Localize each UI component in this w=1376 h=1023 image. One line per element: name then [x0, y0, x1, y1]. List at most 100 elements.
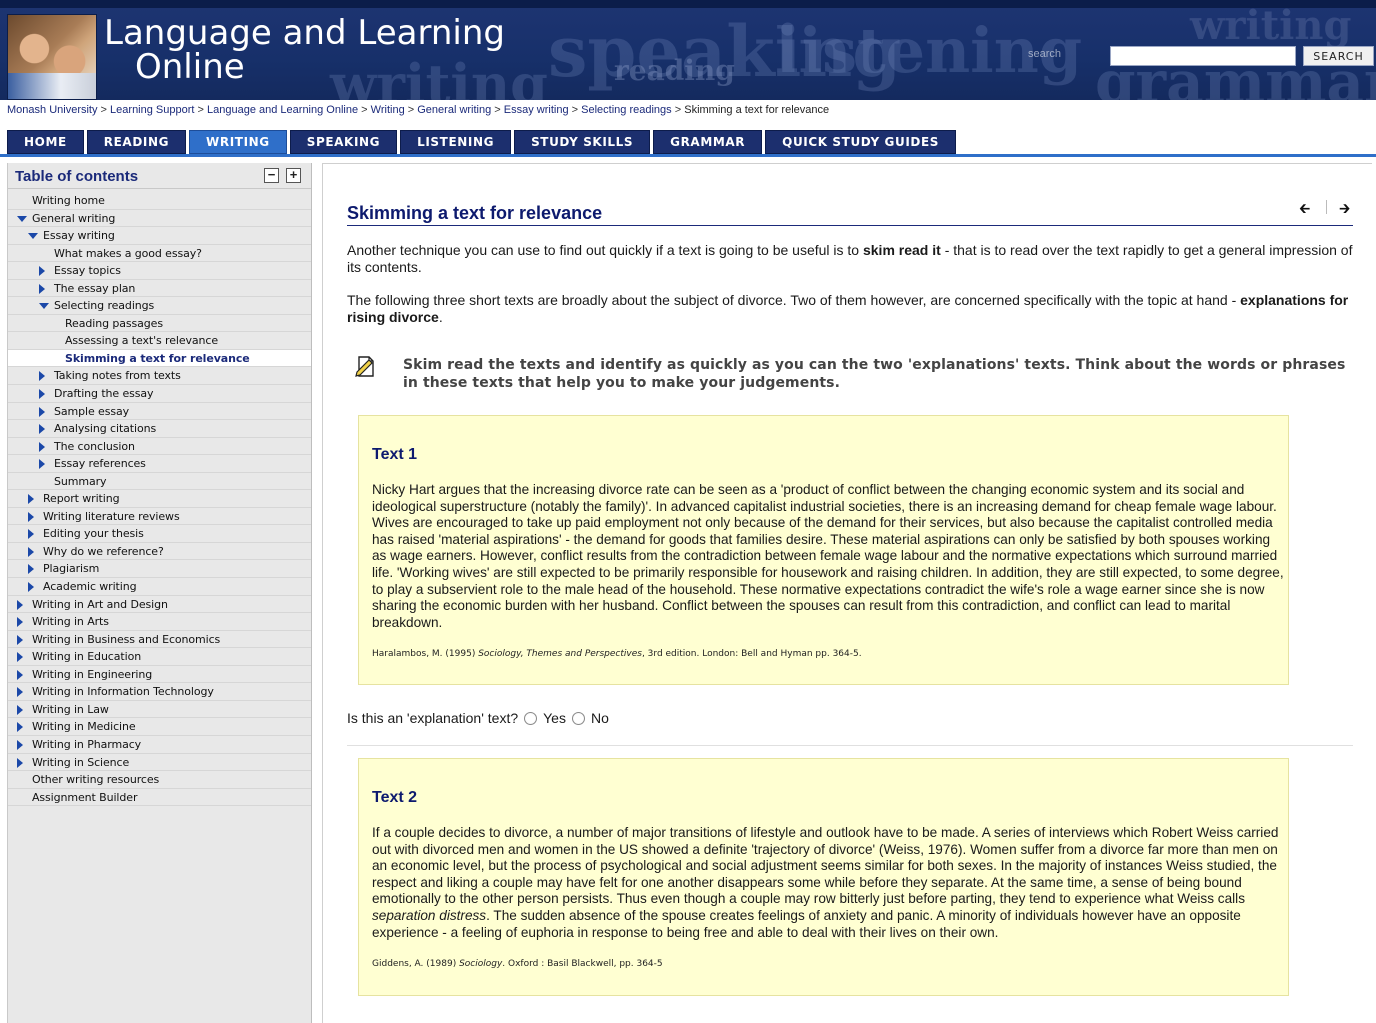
toc-item[interactable]: Report writing [8, 490, 311, 508]
collapsed-arrow-icon[interactable] [17, 722, 23, 733]
toc-item[interactable]: Drafting the essay [8, 385, 311, 403]
toc-item[interactable]: Essay writing [8, 227, 311, 245]
toc-item-label: Writing in Medicine [32, 720, 136, 734]
expanded-arrow-icon[interactable] [39, 303, 49, 310]
search-button[interactable]: SEARCH [1303, 46, 1374, 66]
breadcrumb-link[interactable]: Essay writing [504, 104, 569, 116]
collapsed-arrow-icon[interactable] [28, 582, 34, 593]
toc-item[interactable]: Skimming a text for relevance [8, 349, 311, 368]
breadcrumb-link[interactable]: Language and Learning Online [207, 104, 358, 116]
expanded-arrow-icon[interactable] [28, 233, 38, 240]
toc-item[interactable]: Writing in Education [8, 648, 311, 666]
arrow-left-icon[interactable]: 🡰 [1299, 198, 1310, 222]
main-nav: HOME READING WRITING SPEAKING LISTENING STUDY… [7, 130, 957, 154]
breadcrumb-link[interactable]: General writing [417, 104, 491, 116]
toc-item-label: General writing [32, 211, 116, 225]
collapsed-arrow-icon[interactable] [28, 494, 34, 505]
toc-item[interactable]: Essay topics [8, 262, 311, 280]
yes-radio[interactable] [524, 711, 538, 725]
toc-item[interactable]: Plagiarism [8, 560, 311, 579]
text-2-box: Text 2 If a couple decides to divorce, a… [358, 758, 1289, 996]
expanded-arrow-icon[interactable] [17, 215, 27, 222]
toc-item[interactable]: Editing your thesis [8, 525, 311, 543]
no-label[interactable]: No [591, 710, 609, 726]
collapsed-arrow-icon[interactable] [17, 669, 23, 680]
citation-title: Sociology [459, 959, 503, 969]
toc-item[interactable]: Essay references [8, 455, 311, 473]
collapse-all-button[interactable]: − [264, 168, 279, 183]
breadcrumb-link[interactable]: Monash University [7, 104, 97, 116]
toc-item[interactable]: Writing in Business and Economics [8, 631, 311, 649]
tab-reading[interactable]: READING [86, 130, 187, 154]
tab-speaking[interactable]: SPEAKING [289, 130, 398, 154]
toc-item[interactable]: Writing in Law [8, 701, 311, 719]
search-input[interactable] [1110, 46, 1296, 66]
collapsed-arrow-icon[interactable] [17, 739, 23, 750]
toc-item[interactable]: Writing in Arts [8, 613, 311, 631]
toc-item[interactable]: Reading passages [8, 315, 311, 333]
collapsed-arrow-icon[interactable] [28, 529, 34, 540]
collapsed-arrow-icon[interactable] [39, 459, 45, 470]
breadcrumb-link[interactable]: Learning Support [110, 104, 194, 116]
toc-item-label: Writing in Education [32, 650, 142, 664]
toc-item[interactable]: Writing literature reviews [8, 508, 311, 526]
arrow-right-icon[interactable]: 🡲 [1339, 198, 1350, 222]
explanation-question: Is this an 'explanation' text? Yes No [347, 710, 609, 726]
collapsed-arrow-icon[interactable] [39, 441, 45, 452]
toc-item[interactable]: Academic writing [8, 578, 311, 596]
tab-grammar[interactable]: GRAMMAR [653, 130, 763, 154]
toc-item[interactable]: Writing in Pharmacy [8, 736, 311, 754]
toc-item[interactable]: Writing in Science [8, 754, 311, 772]
toc-item-label: Skimming a text for relevance [65, 351, 250, 365]
sidebar: Table of contents − + Writing home Genera… [7, 163, 312, 1023]
toc-item[interactable]: General writing [8, 210, 311, 228]
toc-item[interactable]: The essay plan [8, 280, 311, 298]
collapsed-arrow-icon[interactable] [39, 424, 45, 435]
site-title[interactable]: Language and Learning Online [104, 16, 505, 84]
toc-item[interactable]: Why do we reference? [8, 543, 311, 561]
collapsed-arrow-icon[interactable] [17, 617, 23, 628]
toc-item-label: Drafting the essay [54, 387, 154, 401]
tab-writing[interactable]: WRITING [189, 130, 287, 154]
collapsed-arrow-icon[interactable] [39, 371, 45, 382]
no-radio[interactable] [571, 711, 585, 725]
toc-item[interactable]: Analysing citations [8, 420, 311, 438]
toc-item[interactable]: The conclusion [8, 438, 311, 456]
collapsed-arrow-icon[interactable] [39, 389, 45, 400]
toc-item[interactable]: Summary [8, 473, 311, 491]
collapsed-arrow-icon[interactable] [28, 564, 34, 575]
toc-item[interactable]: What makes a good essay? [8, 245, 311, 263]
collapsed-arrow-icon[interactable] [39, 406, 45, 417]
tab-quick-study-guides[interactable]: QUICK STUDY GUIDES [765, 130, 957, 154]
toc-item[interactable]: Writing in Medicine [8, 718, 311, 736]
collapsed-arrow-icon[interactable] [17, 599, 23, 610]
toc-item[interactable]: Writing in Information Technology [8, 683, 311, 701]
toc-item[interactable]: Taking notes from texts [8, 367, 311, 386]
collapsed-arrow-icon[interactable] [28, 546, 34, 557]
breadcrumb-link[interactable]: Selecting readings [581, 104, 672, 116]
tab-home[interactable]: HOME [7, 130, 84, 154]
toc-item[interactable]: Assignment Builder [8, 789, 311, 807]
toc-item[interactable]: Selecting readings [8, 297, 311, 315]
collapsed-arrow-icon[interactable] [17, 687, 23, 698]
collapsed-arrow-icon[interactable] [39, 283, 45, 294]
breadcrumb-separator: > [571, 104, 579, 116]
collapsed-arrow-icon[interactable] [39, 266, 45, 277]
tab-study-skills[interactable]: STUDY SKILLS [514, 130, 651, 154]
collapsed-arrow-icon[interactable] [17, 704, 23, 715]
yes-label[interactable]: Yes [543, 710, 566, 726]
breadcrumb-link[interactable]: Writing [371, 104, 405, 116]
toc-item[interactable]: Writing in Art and Design [8, 596, 311, 614]
toc-item[interactable]: Assessing a text's relevance [8, 332, 311, 350]
toc-item[interactable]: Writing home [8, 192, 311, 210]
toc-item-label: Essay writing [43, 229, 115, 243]
toc-item[interactable]: Sample essay [8, 403, 311, 421]
collapsed-arrow-icon[interactable] [17, 634, 23, 645]
toc-item[interactable]: Writing in Engineering [8, 666, 311, 684]
collapsed-arrow-icon[interactable] [17, 757, 23, 768]
tab-listening[interactable]: LISTENING [400, 130, 512, 154]
collapsed-arrow-icon[interactable] [28, 511, 34, 522]
toc-item[interactable]: Other writing resources [8, 771, 311, 789]
expand-all-button[interactable]: + [286, 168, 301, 183]
collapsed-arrow-icon[interactable] [17, 652, 23, 663]
